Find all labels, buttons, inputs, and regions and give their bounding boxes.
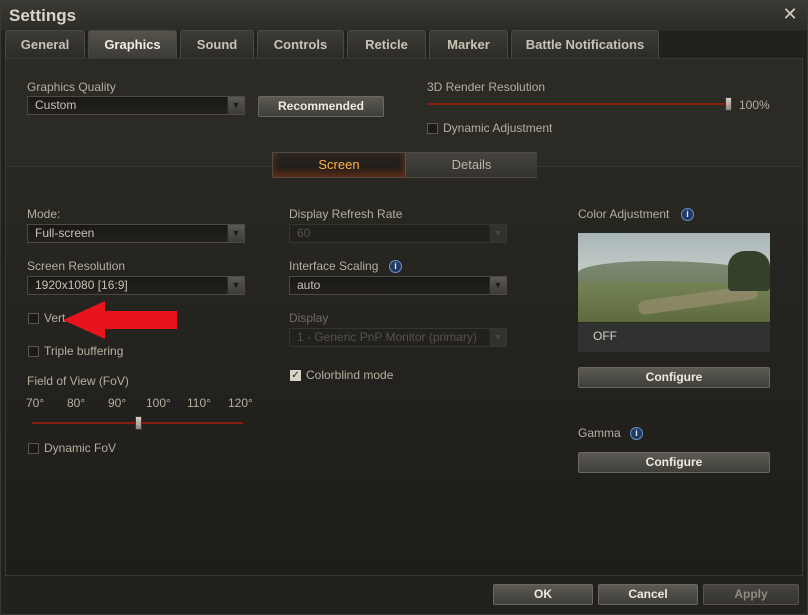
color-adjustment-state: OFF	[593, 329, 617, 343]
fov-tick: 80°	[67, 396, 86, 410]
screen-resolution-value: 1920x1080 [16:9]	[35, 278, 128, 292]
display-label: Display	[289, 311, 329, 325]
refresh-rate-label: Display Refresh Rate	[289, 207, 403, 221]
fov-tick: 100°	[146, 396, 171, 410]
gamma-configure-button[interactable]: Configure	[578, 452, 770, 473]
tab-general[interactable]: General	[5, 30, 85, 58]
render-resolution-value: 100%	[739, 98, 770, 112]
color-adjustment-preview: OFF	[578, 233, 770, 352]
render-resolution-track[interactable]	[427, 103, 729, 105]
tab-reticle[interactable]: Reticle	[347, 30, 426, 58]
preview-status-bar: OFF	[578, 322, 770, 352]
tab-controls[interactable]: Controls	[257, 30, 344, 58]
chevron-down-icon: ▼	[227, 225, 244, 242]
graphics-quality-label: Graphics Quality	[27, 80, 116, 94]
settings-window: Settings ✕ General Graphics Sound Contro…	[0, 0, 808, 615]
fov-tick: 120°	[228, 396, 253, 410]
preview-trees	[728, 251, 770, 291]
display-value: 1 - Generic PnP Monitor (primary)	[297, 330, 477, 344]
dynamic-fov-label: Dynamic FoV	[44, 441, 117, 455]
window-title: Settings	[9, 6, 77, 25]
mode-value: Full-screen	[35, 226, 95, 240]
close-icon[interactable]: ✕	[781, 4, 799, 24]
subtab-bar: Screen Details	[272, 152, 537, 178]
interface-scaling-label: Interface Scaling	[289, 259, 379, 273]
graphics-quality-dropdown[interactable]: Custom ▼	[27, 96, 245, 115]
info-icon[interactable]: i	[681, 208, 694, 221]
title-bar: Settings ✕	[1, 1, 807, 31]
chevron-down-icon: ▼	[489, 225, 506, 242]
red-arrow-annotation	[63, 301, 177, 339]
apply-button[interactable]: Apply	[703, 584, 799, 605]
dynamic-adjustment-label: Dynamic Adjustment	[443, 121, 553, 135]
cancel-button[interactable]: Cancel	[598, 584, 698, 605]
interface-scaling-value: auto	[297, 278, 321, 292]
chevron-down-icon: ▼	[227, 97, 244, 114]
color-adjustment-label: Color Adjustment	[578, 207, 670, 221]
graphics-quality-value: Custom	[35, 98, 77, 112]
info-icon[interactable]: i	[630, 427, 643, 440]
fov-slider-handle[interactable]	[134, 416, 142, 430]
refresh-rate-value: 60	[297, 226, 311, 240]
interface-scaling-dropdown[interactable]: auto ▼	[289, 276, 507, 295]
dynamic-adjustment-checkbox[interactable]	[427, 123, 438, 134]
screen-resolution-dropdown[interactable]: 1920x1080 [16:9] ▼	[27, 276, 245, 295]
vertical-sync-checkbox[interactable]	[28, 313, 39, 324]
arrow-shape	[63, 301, 177, 339]
mode-dropdown[interactable]: Full-screen ▼	[27, 224, 245, 243]
ok-button[interactable]: OK	[493, 584, 593, 605]
render-resolution-handle[interactable]	[725, 97, 732, 111]
fov-tick: 110°	[187, 396, 211, 410]
colorblind-mode-label: Colorblind mode	[306, 368, 394, 382]
fov-tick: 70°	[26, 396, 45, 410]
fov-tick: 90°	[108, 396, 127, 410]
color-adjustment-configure-button[interactable]: Configure	[578, 367, 770, 388]
tab-sound[interactable]: Sound	[180, 30, 254, 58]
screen-resolution-label: Screen Resolution	[27, 259, 126, 273]
triple-buffering-checkbox[interactable]	[28, 346, 39, 357]
triple-buffering-label: Triple buffering	[44, 344, 124, 358]
refresh-rate-dropdown: 60 ▼	[289, 224, 507, 243]
chevron-down-icon: ▼	[227, 277, 244, 294]
recommended-button[interactable]: Recommended	[258, 96, 384, 117]
fov-label: Field of View (FoV)	[27, 374, 129, 388]
tab-marker[interactable]: Marker	[429, 30, 508, 58]
info-icon[interactable]: i	[389, 260, 402, 273]
chevron-down-icon: ▼	[489, 329, 506, 346]
dynamic-fov-checkbox[interactable]	[28, 443, 39, 454]
mode-label: Mode:	[27, 207, 61, 221]
gamma-label: Gamma	[578, 426, 621, 440]
tab-battle-notifications[interactable]: Battle Notifications	[511, 30, 659, 58]
render-resolution-label: 3D Render Resolution	[427, 80, 546, 94]
chevron-down-icon: ▼	[489, 277, 506, 294]
subtab-screen[interactable]: Screen	[273, 153, 405, 177]
subtab-details[interactable]: Details	[405, 153, 537, 177]
tab-graphics[interactable]: Graphics	[88, 30, 177, 59]
colorblind-mode-checkbox[interactable]: ✓	[290, 370, 301, 381]
display-dropdown: 1 - Generic PnP Monitor (primary) ▼	[289, 328, 507, 347]
